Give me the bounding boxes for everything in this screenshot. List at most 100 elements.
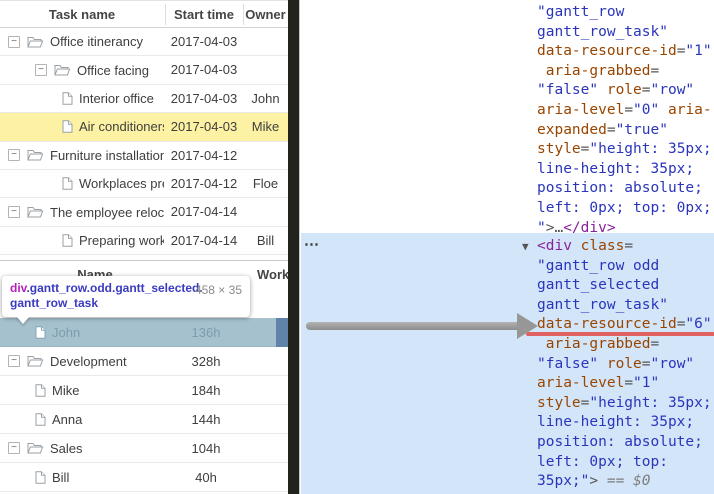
collapse-toggle-icon[interactable]: − [8, 149, 20, 162]
folder-icon [27, 443, 44, 454]
annotation-arrow-head-icon [517, 313, 538, 339]
task-row[interactable]: − The employee relocatic 2017-04-14 [0, 198, 288, 227]
resource-name: Sales [50, 440, 83, 456]
task-row[interactable]: − Office itinerancy 2017-04-03 [0, 28, 288, 57]
collapse-toggle-icon[interactable]: − [35, 64, 47, 77]
code-line[interactable]: gantt_row_task" [537, 296, 712, 316]
task-name: Furniture installation [50, 147, 164, 163]
folder-icon [54, 65, 71, 76]
devtools-code-selected-element[interactable]: ▼ <div class= "gantt_row odd gantt_selected… [522, 237, 714, 492]
code-line[interactable]: "gantt_row odd [537, 257, 712, 277]
tooltip-selector: div.gantt_row.odd.gantt_selected.gantt_r… [10, 281, 206, 311]
folder-icon [27, 36, 44, 48]
code-line[interactable]: expanded="true" [537, 121, 712, 141]
column-separator [243, 4, 244, 25]
task-row[interactable]: Air conditioners chec 2017-04-03 Mike [0, 113, 288, 142]
resource-row[interactable]: Anna 144h [0, 405, 288, 434]
task-name: Air conditioners chec [79, 119, 164, 135]
task-name: The employee relocatic [50, 204, 164, 220]
code-line[interactable]: gantt_selected [537, 276, 712, 296]
resource-row-selected[interactable]: John 136h [0, 318, 288, 347]
column-separator [165, 4, 166, 25]
code-line[interactable]: data-resource-id="1" [537, 42, 712, 62]
resource-row[interactable]: Bill 40h [0, 463, 288, 492]
task-grid-body: − Office itinerancy 2017-04-03 − Office faci… [0, 28, 288, 256]
resource-workload-hours: 144h [191, 412, 221, 427]
code-line[interactable]: left: 0px; top: [537, 453, 712, 473]
code-line[interactable]: "false" role="row" [537, 355, 712, 375]
collapse-toggle-icon[interactable]: − [8, 206, 20, 219]
task-start-date: 2017-04-03 [170, 119, 238, 135]
code-line[interactable]: style="height: 35px; [537, 394, 712, 414]
code-line[interactable]: ▼ <div class= [522, 237, 712, 257]
gantt-devtools-screenshot: Task name Start time Owner − Office itine… [0, 0, 714, 494]
code-line[interactable]: aria-level="0" aria- [537, 101, 712, 121]
task-start-date: 2017-04-03 [170, 62, 238, 78]
code-line[interactable]: "gantt_row [537, 3, 712, 23]
code-line[interactable]: 35px;"> == $0 [537, 472, 712, 492]
code-line[interactable]: style="height: 35px; [537, 140, 712, 160]
document-icon [35, 412, 46, 426]
code-line[interactable]: aria-grabbed= [537, 335, 712, 355]
task-row[interactable]: Interior office 2017-04-03 John [0, 84, 288, 114]
task-name: Office facing [77, 62, 150, 78]
code-line[interactable]: aria-grabbed= [537, 62, 712, 82]
resource-row[interactable]: Mike 184h [0, 376, 288, 405]
column-header-task-name: Task name [48, 7, 116, 22]
code-line[interactable]: position: absolute; [537, 179, 712, 199]
resource-name: Bill [52, 469, 70, 485]
code-line[interactable]: line-height: 35px; [537, 413, 712, 433]
document-icon [62, 120, 73, 134]
tooltip-selector-classes: .gantt_row.odd.gantt_selected.gantt_row_… [10, 281, 203, 310]
folder-icon [27, 150, 44, 161]
resource-row[interactable]: − Development 328h [0, 347, 288, 376]
code-line[interactable]: data-resource-id="6" [526, 315, 714, 337]
task-start-date: 2017-04-12 [170, 147, 238, 163]
collapse-toggle-icon[interactable]: − [8, 355, 20, 367]
selected-row-extension [276, 318, 288, 347]
code-line[interactable]: line-height: 35px; [537, 160, 712, 180]
folder-icon [27, 207, 44, 218]
code-line[interactable]: aria-level="1" [537, 374, 712, 394]
task-row[interactable]: Workplaces preparat 2017-04-12 Floe [0, 169, 288, 199]
task-start-date: 2017-04-12 [170, 175, 238, 191]
expand-arrow-icon[interactable]: ▼ [522, 237, 529, 257]
task-start-date: 2017-04-14 [170, 204, 238, 220]
overflow-dots-icon[interactable]: ⋯ [304, 235, 320, 253]
selected-element-highlight: ⋯ ▼ <div class= "gantt_row odd gantt_select… [301, 233, 714, 494]
task-start-date: 2017-04-14 [170, 232, 238, 248]
document-icon [62, 177, 73, 190]
resource-name: Mike [52, 382, 80, 398]
task-row[interactable]: − Office facing 2017-04-03 [0, 56, 288, 85]
task-name: Workplaces preparat [79, 176, 164, 192]
collapse-toggle-icon[interactable]: − [8, 442, 20, 454]
panel-divider-bar[interactable] [288, 0, 300, 494]
resource-row[interactable]: − Sales 104h [0, 434, 288, 463]
code-line[interactable]: left: 0px; top: 0px; [537, 199, 712, 219]
task-owner: Mike [251, 119, 280, 135]
task-owner: John [251, 90, 280, 106]
resource-name: Anna [52, 411, 83, 427]
resource-workload-hours: 184h [191, 383, 221, 398]
gantt-grid-panel: Task name Start time Owner − Office itine… [0, 0, 288, 494]
document-icon [35, 470, 46, 484]
element-inspect-tooltip: div.gantt_row.odd.gantt_selected.gantt_r… [2, 276, 250, 324]
resource-workload-hours: 328h [191, 354, 221, 369]
resource-grid-body: John 136h − Development 328h Mike 184h Anna 144h… [0, 318, 288, 492]
column-header-owner: Owner [245, 7, 286, 22]
task-name: Preparing workplace [79, 232, 164, 248]
task-owner [243, 28, 288, 55]
task-owner: Floe [252, 175, 279, 191]
task-owner: Bill [256, 232, 275, 248]
collapse-toggle-icon[interactable]: − [8, 35, 20, 48]
resource-workload-hours: 40h [195, 470, 217, 485]
code-line[interactable]: position: absolute; [537, 433, 712, 453]
devtools-code-previous-element[interactable]: "gantt_row gantt_row_task" data-resource-i… [537, 3, 712, 238]
code-line[interactable]: "false" role="row" [537, 81, 712, 101]
devtools-elements-panel: "gantt_row gantt_row_task" data-resource-i… [301, 0, 714, 494]
tooltip-selector-tag: div [10, 281, 27, 295]
code-line[interactable]: gantt_row_task" [537, 23, 712, 43]
task-row[interactable]: Preparing workplace 2017-04-14 Bill [0, 226, 288, 256]
task-owner [243, 56, 288, 83]
task-row[interactable]: − Furniture installation 2017-04-12 [0, 141, 288, 170]
